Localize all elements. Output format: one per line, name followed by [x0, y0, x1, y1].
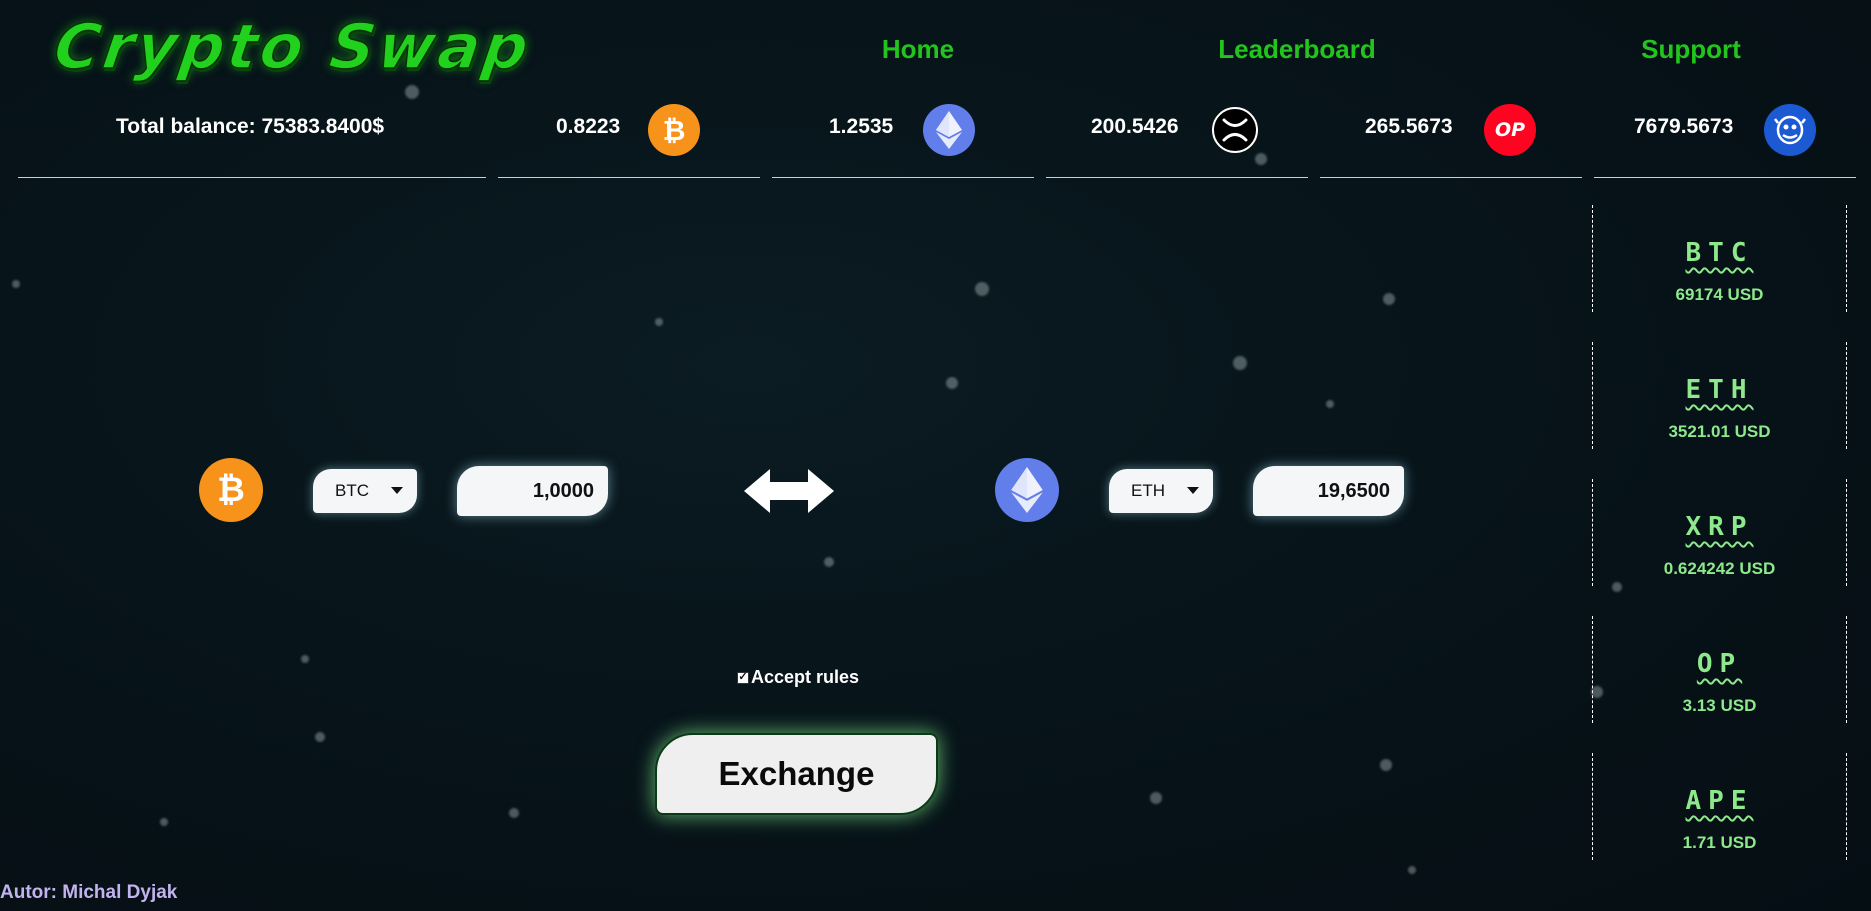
price-value: 3521.01 USD [1668, 422, 1771, 441]
accept-rules-label: Accept rules [751, 667, 860, 687]
to-amount-input[interactable] [1253, 466, 1404, 516]
balance-cell-btc: 0.8223 ₿ [498, 95, 760, 178]
balance-cell-eth: 1.2535 [772, 95, 1034, 178]
price-panel-xrp: XRP 0.624242 USD [1592, 479, 1847, 586]
balance-cell-ape: 7679.5673 [1594, 95, 1856, 178]
price-symbol: BTC [1685, 238, 1754, 268]
price-panel-btc: BTC 69174 USD [1592, 205, 1847, 312]
balance-cell-xrp: 200.5426 [1046, 95, 1308, 178]
chevron-down-icon [1187, 487, 1199, 494]
balance-btc-value: 0.8223 [556, 115, 621, 138]
accept-rules: ✓ Accept rules [737, 667, 859, 688]
price-symbol: APE [1685, 786, 1754, 816]
nav-leaderboard-link[interactable]: Leaderboard [1218, 34, 1376, 65]
price-symbol: ETH [1685, 375, 1754, 405]
balance-ape-value: 7679.5673 [1634, 115, 1734, 138]
swap-direction-arrows-icon[interactable] [744, 466, 834, 516]
balance-eth-value: 1.2535 [829, 115, 894, 138]
from-currency-select[interactable]: BTC [313, 469, 417, 513]
price-panel-op: OP 3.13 USD [1592, 616, 1847, 723]
app-logo[interactable]: Crypto Swap [49, 9, 537, 84]
price-value: 3.13 USD [1682, 696, 1757, 715]
exchange-button[interactable]: Exchange [655, 733, 938, 815]
optimism-coin-icon: OP [1484, 104, 1536, 156]
price-panel-ape: APE 1.71 USD [1592, 753, 1847, 860]
price-symbol: XRP [1685, 512, 1754, 542]
from-amount-input[interactable] [457, 466, 608, 516]
apecoin-coin-icon [1764, 104, 1816, 156]
balance-cell-op: 265.5673 OP [1320, 95, 1582, 178]
chevron-down-icon [391, 487, 403, 494]
price-symbol: OP [1696, 649, 1743, 679]
author-credit: Autor: Michal Dyjak [0, 882, 178, 903]
total-balance-cell: Total balance: 75383.8400$ [18, 95, 486, 178]
ethereum-coin-icon [923, 104, 975, 156]
accept-rules-checkbox[interactable]: ✓ [737, 671, 749, 684]
bitcoin-coin-icon: ₿ [648, 104, 700, 156]
to-coin-ethereum-icon [995, 458, 1059, 522]
price-value: 69174 USD [1675, 285, 1764, 304]
to-currency-value: ETH [1131, 481, 1165, 500]
balance-op-value: 265.5673 [1365, 115, 1453, 138]
total-balance-label: Total balance: 75383.8400$ [116, 115, 385, 138]
from-currency-value: BTC [335, 481, 369, 500]
from-coin-bitcoin-icon: ₿ [199, 458, 263, 522]
to-currency-select[interactable]: ETH [1109, 469, 1213, 513]
price-value: 1.71 USD [1682, 833, 1757, 852]
nav-support-link[interactable]: Support [1641, 34, 1741, 65]
nav-home-link[interactable]: Home [882, 34, 954, 65]
price-value: 0.624242 USD [1663, 559, 1776, 578]
price-panel-eth: ETH 3521.01 USD [1592, 342, 1847, 449]
xrp-coin-icon [1212, 107, 1258, 153]
balance-xrp-value: 200.5426 [1091, 115, 1179, 138]
